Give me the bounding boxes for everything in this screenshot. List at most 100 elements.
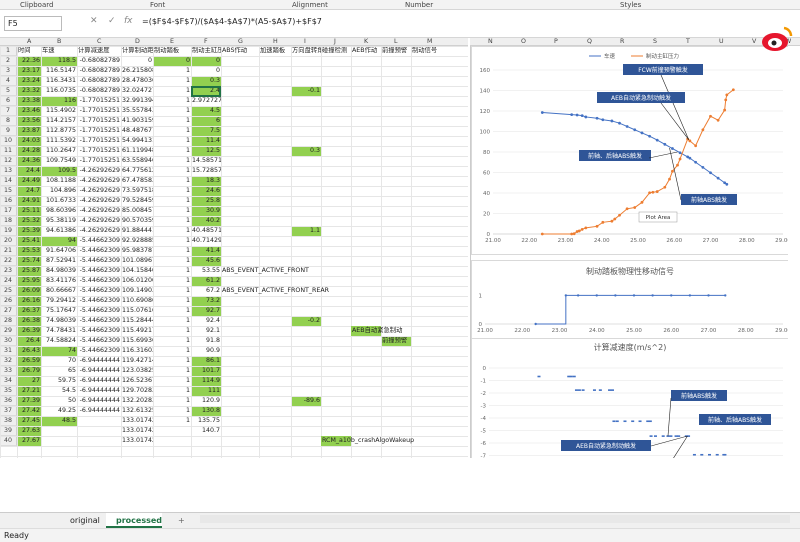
table-cell[interactable]	[411, 156, 447, 166]
table-cell[interactable]: 116.316032	[121, 346, 153, 356]
table-cell[interactable]: 115.492175	[121, 326, 153, 336]
table-cell[interactable]	[259, 396, 291, 406]
table-cell[interactable]	[411, 136, 447, 146]
table-cell[interactable]: 30.9	[191, 206, 221, 216]
table-cell[interactable]: 25.8	[191, 196, 221, 206]
table-cell[interactable]: 123.038254	[121, 366, 153, 376]
table-cell[interactable]	[291, 356, 321, 366]
column-header-S[interactable]: S	[653, 38, 657, 45]
table-cell[interactable]: 0	[191, 66, 221, 76]
table-cell[interactable]	[381, 226, 411, 236]
table-cell[interactable]: 18.3	[191, 176, 221, 186]
table-cell[interactable]	[381, 156, 411, 166]
table-cell[interactable]	[321, 246, 351, 256]
table-cell[interactable]: 26.59	[17, 356, 41, 366]
table-cell[interactable]: 73.2	[191, 296, 221, 306]
table-cell[interactable]	[351, 346, 381, 356]
table-cell[interactable]	[351, 156, 381, 166]
table-cell[interactable]	[381, 376, 411, 386]
table-cell[interactable]	[221, 256, 259, 266]
table-cell[interactable]	[221, 136, 259, 146]
table-cell[interactable]: -1.77015251	[77, 126, 121, 136]
table-cell[interactable]	[351, 166, 381, 176]
table-cell[interactable]	[291, 196, 321, 206]
table-cell[interactable]: 48.487677	[121, 126, 153, 136]
column-header-O[interactable]: O	[521, 38, 526, 45]
table-cell[interactable]	[259, 116, 291, 126]
table-cell[interactable]: 74.98039	[41, 316, 77, 326]
table-cell[interactable]: -4.26292629	[77, 206, 121, 216]
column-header-D[interactable]: D	[135, 38, 140, 45]
table-cell[interactable]: 79.29412	[41, 296, 77, 306]
table-cell[interactable]	[221, 336, 259, 346]
table-cell[interactable]	[191, 436, 221, 446]
table-cell[interactable]	[351, 316, 381, 326]
table-cell[interactable]: 1	[153, 166, 191, 176]
table-cell[interactable]: 116.5147	[41, 66, 77, 76]
row-number[interactable]: 37	[0, 406, 17, 416]
table-cell[interactable]: 1	[153, 246, 191, 256]
table-cell[interactable]: 27.21	[17, 386, 41, 396]
table-cell[interactable]: 前撞预警	[381, 336, 411, 346]
table-cell[interactable]: 133.01742	[121, 416, 153, 426]
table-cell[interactable]	[321, 136, 351, 146]
table-cell[interactable]	[351, 146, 381, 156]
table-cell[interactable]: 23.24	[17, 76, 41, 86]
table-cell[interactable]	[321, 296, 351, 306]
column-header-J[interactable]: J	[334, 38, 336, 45]
table-cell[interactable]	[221, 166, 259, 176]
tab-processed[interactable]: processed	[106, 513, 162, 528]
table-cell[interactable]: 114.2157	[41, 116, 77, 126]
table-cell[interactable]: 67.2	[191, 286, 221, 296]
table-cell[interactable]: 64.7756127	[121, 166, 153, 176]
table-cell[interactable]	[411, 296, 447, 306]
table-cell[interactable]	[381, 56, 411, 66]
table-cell[interactable]	[321, 396, 351, 406]
row-number[interactable]: 27	[0, 306, 17, 316]
table-cell[interactable]: 24.6	[191, 186, 221, 196]
table-cell[interactable]	[351, 216, 381, 226]
enter-icon[interactable]: ✓	[108, 16, 116, 26]
table-cell[interactable]: 1	[153, 346, 191, 356]
table-cell[interactable]	[221, 436, 259, 446]
table-cell[interactable]	[381, 106, 411, 116]
table-cell[interactable]: 1	[153, 86, 191, 96]
table-cell[interactable]: 61.1199483	[121, 146, 153, 156]
table-cell[interactable]: 94	[41, 236, 77, 246]
table-cell[interactable]	[221, 386, 259, 396]
column-header-E[interactable]: E	[170, 38, 174, 45]
table-cell[interactable]	[291, 106, 321, 116]
table-cell[interactable]: 48.5	[41, 416, 77, 426]
column-header-G[interactable]: G	[238, 38, 243, 45]
table-cell[interactable]	[321, 346, 351, 356]
table-cell[interactable]: 1	[153, 156, 191, 166]
table-cell[interactable]: 1	[153, 176, 191, 186]
table-cell[interactable]: 27.45	[17, 416, 41, 426]
table-cell[interactable]	[291, 126, 321, 136]
row-number[interactable]: 4	[0, 76, 17, 86]
table-cell[interactable]: 32.9913943	[121, 96, 153, 106]
column-title-cell[interactable]: 计算制动距离	[121, 46, 153, 56]
table-cell[interactable]: 25.41	[17, 236, 41, 246]
table-cell[interactable]: -1.77015251	[77, 146, 121, 156]
table-cell[interactable]: 74.58824	[41, 336, 77, 346]
table-cell[interactable]: 133.01742	[121, 436, 153, 446]
table-cell[interactable]: 109.5	[41, 166, 77, 176]
table-cell[interactable]: 1	[153, 136, 191, 146]
column-title-cell[interactable]: 方向盘转角	[291, 46, 321, 56]
table-cell[interactable]	[351, 196, 381, 206]
table-cell[interactable]: 1	[153, 416, 191, 426]
table-cell[interactable]	[291, 56, 321, 66]
table-cell[interactable]: 24.36	[17, 156, 41, 166]
table-cell[interactable]: 0	[153, 56, 191, 66]
table-cell[interactable]	[259, 296, 291, 306]
tab-original[interactable]: original	[60, 513, 104, 528]
row-number[interactable]: 20	[0, 236, 17, 246]
table-cell[interactable]: 104.896	[41, 186, 77, 196]
table-cell[interactable]: 49.25	[41, 406, 77, 416]
table-cell[interactable]	[221, 56, 259, 66]
table-cell[interactable]	[259, 346, 291, 356]
table-cell[interactable]: 27	[17, 376, 41, 386]
row-number[interactable]: 19	[0, 226, 17, 236]
table-cell[interactable]	[381, 66, 411, 76]
